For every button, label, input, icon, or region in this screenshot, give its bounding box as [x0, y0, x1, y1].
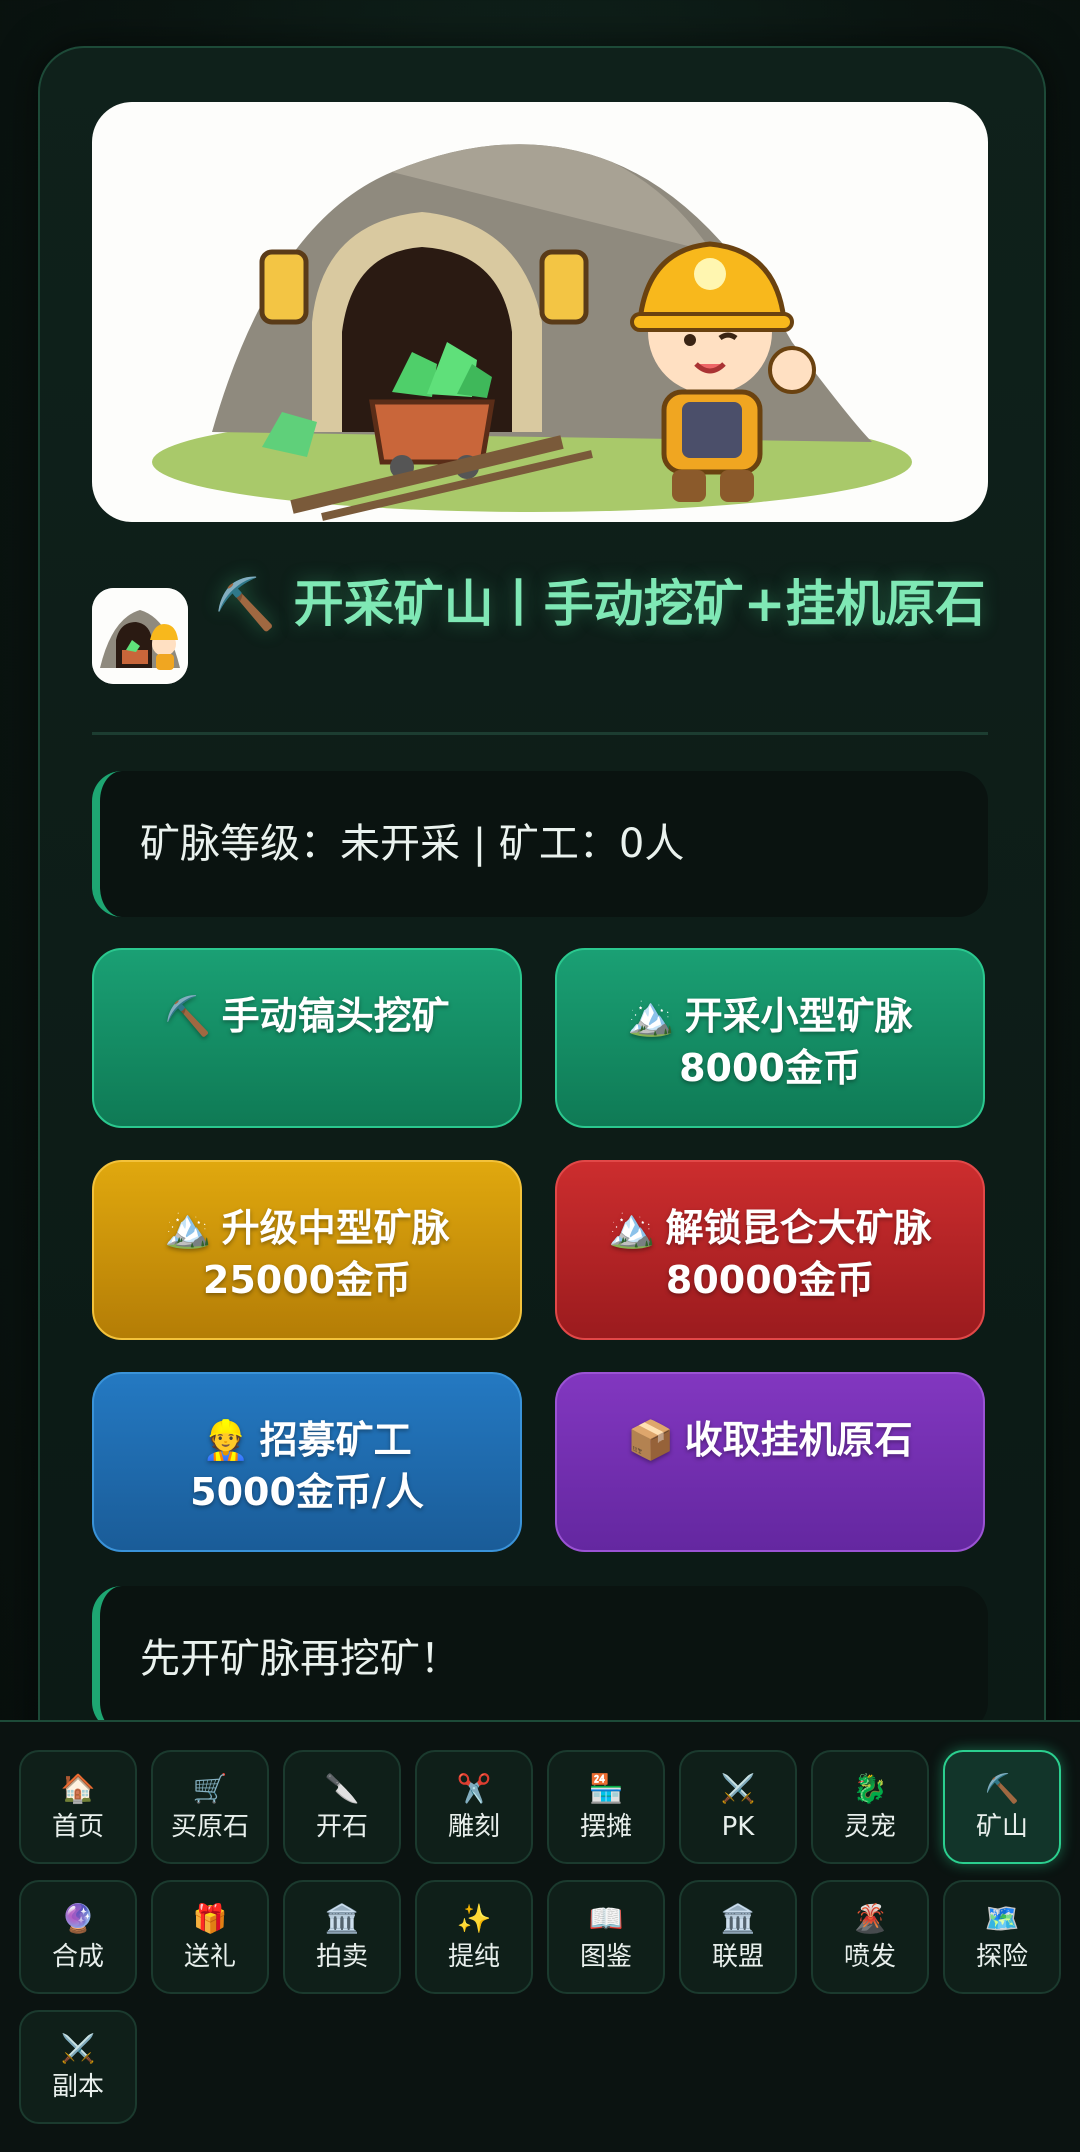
collect-idle-stones-button[interactable]: 📦 收取挂机原石 — [555, 1372, 985, 1552]
mountain-icon: 🏔️ — [164, 1206, 212, 1250]
construction-worker-icon: 👷 — [202, 1418, 250, 1462]
nav-item-home[interactable]: 🏠 首页 — [19, 1750, 137, 1864]
gift-icon: 🎁 — [192, 1902, 228, 1935]
cart-icon: 🛒 — [192, 1772, 228, 1805]
world-map-icon: 🗺️ — [984, 1902, 1020, 1935]
nav-label: 探险 — [975, 1942, 1028, 1972]
nav-item-catalog[interactable]: 📖 图鉴 — [547, 1880, 665, 1994]
nav-item-stall[interactable]: 🏪 摆摊 — [547, 1750, 665, 1864]
nav-item-cut-stone[interactable]: 🔪 开石 — [283, 1750, 401, 1864]
button-price: 80000金币 — [665, 1258, 875, 1302]
knife-icon: 🔪 — [324, 1772, 360, 1805]
nav-label: 联盟 — [711, 1942, 764, 1972]
nav-label: 拍卖 — [315, 1942, 368, 1972]
button-price: 25000金币 — [202, 1258, 412, 1302]
nav-label: 合成 — [51, 1942, 104, 1972]
open-small-vein-button[interactable]: 🏔️ 开采小型矿脉 8000金币 — [555, 948, 985, 1128]
page-title: ⛏️ 开采矿山丨手动挖矿+挂机原石 — [214, 575, 986, 633]
nav-label: 矿山 — [975, 1812, 1028, 1842]
nav-label: 送礼 — [183, 1942, 236, 1972]
volcano-icon: 🌋 — [852, 1902, 888, 1935]
button-label: 升级中型矿脉 — [221, 1206, 450, 1250]
nav-item-gift[interactable]: 🎁 送礼 — [151, 1880, 269, 1994]
nav-item-synthesize[interactable]: 🔮 合成 — [19, 1880, 137, 1994]
title-divider — [92, 732, 988, 735]
nav-label: 灵宠 — [843, 1812, 896, 1842]
pickaxe-icon: ⛏️ — [984, 1772, 1020, 1805]
mine-status-panel: 矿脉等级：未开采 | 矿工：0人 — [92, 771, 988, 917]
crossed-swords-icon: ⚔️ — [60, 2032, 96, 2065]
scissors-icon: ✂️ — [456, 1772, 492, 1805]
manual-mining-button[interactable]: ⛏️ 手动镐头挖矿 — [92, 948, 522, 1128]
nav-item-buy-stone[interactable]: 🛒 买原石 — [151, 1750, 269, 1864]
button-price: 5000金币/人 — [190, 1470, 424, 1514]
recruit-miner-button[interactable]: 👷 招募矿工 5000金币/人 — [92, 1372, 522, 1552]
nav-item-alliance[interactable]: 🏛️ 联盟 — [679, 1880, 797, 1994]
upgrade-medium-vein-button[interactable]: 🏔️ 升级中型矿脉 25000金币 — [92, 1160, 522, 1340]
title-row: ⛏️ 开采矿山丨手动挖矿+挂机原石 — [92, 568, 988, 718]
nav-label: 买原石 — [170, 1812, 249, 1842]
crossed-swords-icon: ⚔️ — [720, 1772, 756, 1805]
nav-item-auction[interactable]: 🏛️ 拍卖 — [283, 1880, 401, 1994]
nav-label: 雕刻 — [447, 1812, 500, 1842]
nav-item-purify[interactable]: ✨ 提纯 — [415, 1880, 533, 1994]
nav-label: 喷发 — [843, 1942, 896, 1972]
nav-label: 副本 — [51, 2072, 104, 2102]
message-text: 先开矿脉再挖矿！ — [140, 1636, 460, 1682]
mountain-icon: 🏔️ — [627, 994, 675, 1038]
store-icon: 🏪 — [588, 1772, 624, 1805]
nav-item-carve[interactable]: ✂️ 雕刻 — [415, 1750, 533, 1864]
nav-label: 首页 — [51, 1812, 104, 1842]
dragon-icon: 🐉 — [852, 1772, 888, 1805]
button-price: 8000金币 — [679, 1046, 861, 1090]
nav-item-explore[interactable]: 🗺️ 探险 — [943, 1880, 1061, 1994]
nav-label: 开石 — [315, 1812, 368, 1842]
bottom-nav: 🏠 首页 🛒 买原石 🔪 开石 ✂️ 雕刻 🏪 摆摊 ⚔️ PK 🐉 灵宠 ⛏️ 矿山 🔮 合成 … — [0, 1720, 1080, 2152]
nav-label: PK — [721, 1812, 755, 1842]
mine-status-text: 矿脉等级：未开采 | 矿工：0人 — [140, 821, 685, 867]
app-icon — [92, 588, 188, 684]
nav-label: 提纯 — [447, 1942, 500, 1972]
nav-item-dungeon[interactable]: ⚔️ 副本 — [19, 2010, 137, 2124]
button-label: 收取挂机原石 — [684, 1418, 913, 1462]
nav-item-eruption[interactable]: 🌋 喷发 — [811, 1880, 929, 1994]
nav-item-pk[interactable]: ⚔️ PK — [679, 1750, 797, 1864]
button-label: 手动镐头挖矿 — [221, 994, 450, 1038]
package-icon: 📦 — [627, 1418, 675, 1462]
nav-label: 图鉴 — [579, 1942, 632, 1972]
nav-item-pet[interactable]: 🐉 灵宠 — [811, 1750, 929, 1864]
nav-item-mine[interactable]: ⛏️ 矿山 — [943, 1750, 1061, 1864]
message-panel: 先开矿脉再挖矿！ — [92, 1586, 988, 1732]
house-icon: 🏠 — [60, 1772, 96, 1805]
classical-building-icon: 🏛️ — [720, 1902, 756, 1935]
sparkles-icon: ✨ — [456, 1902, 492, 1935]
nav-label: 摆摊 — [579, 1812, 632, 1842]
button-label: 解锁昆仑大矿脉 — [665, 1206, 932, 1250]
open-book-icon: 📖 — [588, 1902, 624, 1935]
crystal-ball-icon: 🔮 — [60, 1902, 96, 1935]
mountain-icon: 🏔️ — [608, 1206, 656, 1250]
button-label: 招募矿工 — [259, 1418, 412, 1462]
button-label: 开采小型矿脉 — [684, 994, 913, 1038]
classical-building-icon: 🏛️ — [324, 1902, 360, 1935]
unlock-kunlun-vein-button[interactable]: 🏔️ 解锁昆仑大矿脉 80000金币 — [555, 1160, 985, 1340]
pickaxe-icon: ⛏️ — [164, 994, 212, 1038]
mine-banner-image — [92, 102, 988, 522]
